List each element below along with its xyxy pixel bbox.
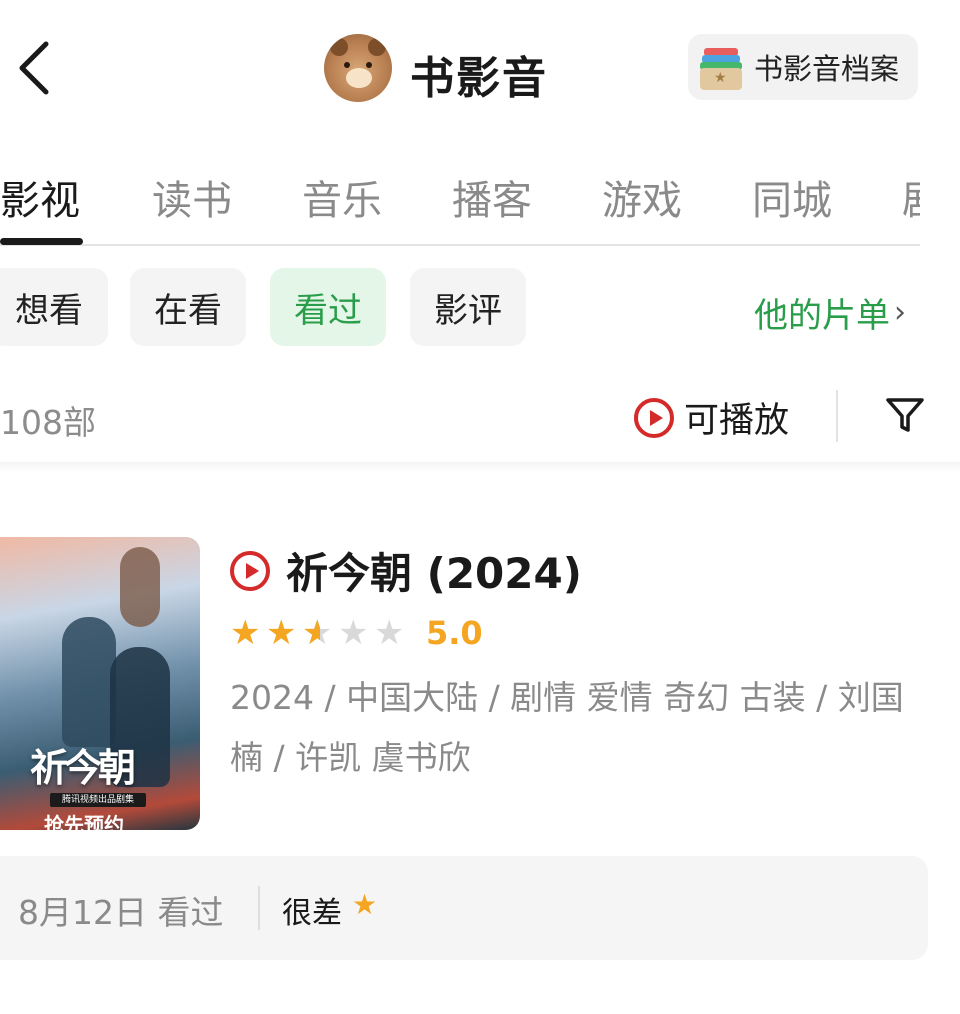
star-empty-icon: ★ bbox=[338, 613, 369, 653]
archive-button[interactable]: 书影音档案 bbox=[688, 34, 918, 100]
divider bbox=[836, 390, 838, 442]
tab-podcast[interactable]: 播客 bbox=[452, 168, 532, 226]
item-title: 祈今朝 (2024) bbox=[286, 549, 582, 598]
page-title: 书影音 bbox=[410, 53, 548, 104]
rating-score: 5.0 bbox=[426, 614, 483, 652]
chip-want-to-watch[interactable]: 想看 bbox=[0, 268, 108, 346]
active-tab-indicator bbox=[0, 238, 83, 245]
divider bbox=[258, 886, 260, 930]
archive-box-icon bbox=[700, 44, 742, 90]
review-date: 8月12日 看过 bbox=[18, 893, 224, 932]
tab-music[interactable]: 音乐 bbox=[302, 168, 382, 226]
category-tabs: 影视 读书 音乐 播客 游戏 同城 剧 bbox=[0, 160, 920, 246]
playable-filter-button[interactable]: 可播放 bbox=[634, 392, 789, 443]
his-list-link[interactable]: 他的片单 › bbox=[754, 288, 906, 337]
tab-movies-tv[interactable]: 影视 bbox=[0, 168, 80, 226]
play-circle-icon bbox=[230, 550, 270, 591]
poster-image[interactable]: 祈今朝 腾讯视频出品剧集 抢先预约 bbox=[0, 537, 200, 830]
star-icon: ★ bbox=[266, 613, 297, 653]
chevron-right-icon: › bbox=[894, 295, 906, 330]
play-circle-icon bbox=[634, 397, 674, 438]
poster-tag: 腾讯视频出品剧集 bbox=[50, 793, 146, 807]
tab-more[interactable]: 剧 bbox=[902, 168, 920, 226]
my-review[interactable]: 8月12日 看过 很差 ★ bbox=[0, 856, 928, 960]
header: 书影音 书影音档案 bbox=[0, 0, 960, 135]
avatar[interactable] bbox=[324, 34, 392, 102]
playable-label: 可播放 bbox=[684, 401, 790, 441]
review-verdict: 很差 bbox=[282, 896, 342, 931]
star-half-icon: ★ bbox=[302, 615, 338, 651]
star-empty-icon: ★ bbox=[374, 613, 405, 653]
item-meta: 2024 / 中国大陆 / 剧情 爱情 奇幻 古装 / 刘国楠 / 许凯 虞书欣 bbox=[230, 678, 904, 777]
star-icon: ★ bbox=[352, 888, 378, 921]
archive-label: 书影音档案 bbox=[754, 52, 900, 86]
tab-books[interactable]: 读书 bbox=[152, 168, 232, 226]
section-divider bbox=[0, 462, 960, 472]
star-icon: ★ bbox=[230, 613, 261, 653]
back-chevron-icon[interactable] bbox=[12, 38, 62, 98]
chip-watched[interactable]: 看过 bbox=[270, 268, 386, 346]
item-count: 108部 bbox=[0, 403, 96, 442]
chip-reviews[interactable]: 影评 bbox=[410, 268, 526, 346]
chip-watching[interactable]: 在看 bbox=[130, 268, 246, 346]
his-list-label: 他的片单 bbox=[754, 296, 890, 336]
rating-stars: ★ ★ ★ ★ ★ 5.0 bbox=[230, 614, 483, 652]
poster-title: 祈今朝 bbox=[30, 745, 136, 790]
filter-funnel-icon[interactable] bbox=[884, 394, 926, 436]
poster-cta: 抢先预约 bbox=[44, 813, 124, 830]
tab-games[interactable]: 游戏 bbox=[602, 168, 682, 226]
tab-local[interactable]: 同城 bbox=[752, 168, 832, 226]
item-title-row[interactable]: 祈今朝 (2024) bbox=[230, 540, 582, 601]
